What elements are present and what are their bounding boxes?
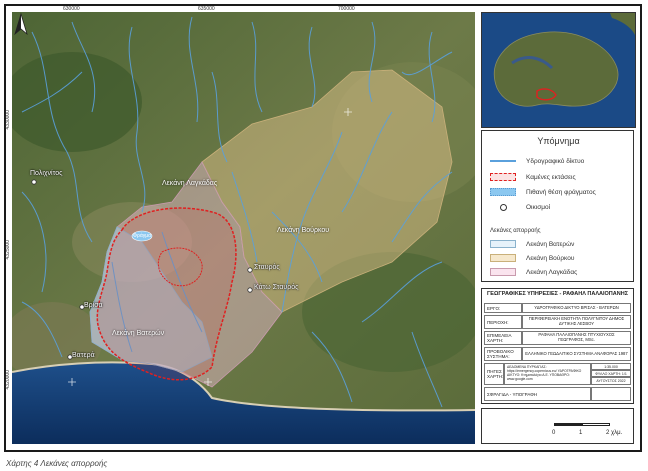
- settlement-point-icon: [490, 203, 516, 211]
- info-value: ΥΔΡΟΓΡΑΦΙΚΟ ΔΙΚΤΥΟ ΒΡΙΣΑΣ - ΒΑΤΕΡΩΝ: [522, 303, 631, 313]
- grid-label-left-2: 4325000: [5, 240, 11, 260]
- info-label: ΕΡΓΟ:: [484, 303, 522, 313]
- place-kato-stavros: Κάτω Σταυρός: [254, 284, 299, 291]
- info-value: ΠΕΡΙΦΕΡΕΙΑΚΗ ΕΝΟΤΗΤΑ ΠΟΛΥΓΝΙΤΟΥ ΔΗΜΟΣ ΔΥ…: [522, 315, 631, 329]
- map-page: 630000 635000 700000 4330000 4325000 432…: [0, 0, 648, 471]
- north-arrow-icon: [14, 12, 28, 36]
- legend-item-rivers: Υδρογραφικό δίκτυο: [490, 155, 584, 167]
- scale-label-2: 2 χλμ.: [606, 430, 623, 436]
- info-label: ΣΦΡΑΓΙΔΑ - ΥΠΟΓΡΑΦΗ: [484, 387, 591, 401]
- locator-map[interactable]: [481, 12, 636, 128]
- legend-item-basin-vourkos: Λεκάνη Βούρκου: [490, 252, 574, 264]
- legend-item-settlements: Οικισμοί: [490, 201, 550, 213]
- main-map[interactable]: Πολιχνίτος Βρίσα Βατερά Σταυρός Κάτω Στα…: [12, 12, 475, 444]
- legend-item-basin-lagkada: Λεκάνη Λαγκάδας: [490, 266, 577, 278]
- scale-bar: 0 1 2 χλμ.: [481, 408, 634, 444]
- place-stavros: Σταυρός: [254, 264, 280, 271]
- title-block-header: ΓΕΩΓΡΑΦΙΚΕΣ ΥΠΗΡΕΣΙΕΣ - ΡΑΦΑΗΛ ΠΑΛΑΙΟΠΑΝ…: [487, 291, 628, 297]
- info-sheet: ΦΥΛΛΟ ΧΑΡΤΗ: 1/1: [591, 370, 631, 377]
- grid-label-left-3: 4320000: [5, 370, 11, 390]
- legend-subtitle: Λεκάνες απορροής: [490, 228, 541, 234]
- legend-item-basin-vateron: Λεκάνη Βατερών: [490, 238, 574, 250]
- legend-label: Καμένες εκτάσεις: [526, 173, 576, 181]
- info-value: ΡΑΦΑΗΛ ΠΑΛΑΙΟΠΑΝΗΣ ΠΤΥΧΙΟΥΧΟΣ ΓΕΩΓΡΑΦΟΣ,…: [522, 331, 631, 345]
- legend-label: Λεκάνη Βούρκου: [526, 254, 575, 262]
- basin-vateron-icon: [490, 240, 516, 248]
- title-block: ΓΕΩΓΡΑΦΙΚΕΣ ΥΠΗΡΕΣΙΕΣ - ΡΑΦΑΗΛ ΠΑΛΑΙΟΠΑΝ…: [481, 288, 634, 404]
- legend-label: Λεκάνη Βατερών: [526, 240, 575, 248]
- info-label: ΠΗΓΕΣ ΧΑΡΤΗ:: [484, 363, 504, 385]
- label-basin-vateron: Λεκάνη Βατερών: [112, 330, 165, 337]
- info-label: ΠΡΟΒΟΛΙΚΟ ΣΥΣΤΗΜΑ:: [484, 347, 522, 361]
- place-vatera: Βατερά: [72, 352, 95, 359]
- legend-label: Οικισμοί: [526, 203, 551, 211]
- figure-caption: Χάρτης 4 Λεκάνες απορροής: [6, 459, 108, 468]
- place-polichnitos: Πολιχνίτος: [30, 170, 63, 177]
- scale-segment-1: [554, 423, 582, 426]
- scale-label-0: 0: [552, 430, 556, 436]
- info-row-project: ΕΡΓΟ: ΥΔΡΟΓΡΑΦΙΚΟ ΔΙΚΤΥΟ ΒΡΙΣΑΣ - ΒΑΤΕΡΩ…: [484, 303, 631, 313]
- info-row-sources: ΠΗΓΕΣ ΧΑΡΤΗ: ΔΕΔΟΜΕΝΑ ΠΥΡΚΑΓΙΑΣ: https:/…: [484, 363, 631, 385]
- scale-segment-2: [582, 423, 610, 426]
- label-dam: Φράγμα: [133, 233, 151, 239]
- legend-title: Υπόμνημα: [537, 136, 580, 146]
- legend: Υπόμνημα Υδρογραφικό δίκτυο Καμένες εκτά…: [481, 130, 634, 282]
- label-basin-vourkos: Λεκάνη Βούρκου: [277, 227, 330, 234]
- info-label: ΕΠΙΜΕΛΕΙΑ ΧΑΡΤΗ:: [484, 331, 522, 345]
- label-basin-lagkada: Λεκάνη Λαγκάδας: [162, 180, 218, 187]
- info-value: ΔΕΔΟΜΕΝΑ ΠΥΡΚΑΓΙΑΣ: https://emergency.co…: [504, 363, 591, 385]
- info-value: [591, 387, 631, 401]
- scale-label-1: 1: [579, 430, 583, 436]
- basin-lagkada-icon: [490, 268, 516, 276]
- legend-label: Υδρογραφικό δίκτυο: [526, 157, 585, 165]
- info-side-values: 1:35.000 ΦΥΛΛΟ ΧΑΡΤΗ: 1/1 ΑΥΓΟΥΣΤΟΣ 2022: [591, 363, 631, 385]
- locator-graphic: [482, 13, 635, 127]
- map-graphic: [12, 12, 475, 444]
- legend-item-burned: Καμένες εκτάσεις: [490, 171, 576, 183]
- info-value: ΕΛΛΗΝΙΚΟ ΓΕΩΔΑΙΤΙΚΟ ΣΥΣΤΗΜΑ ΑΝΑΦΟΡΑΣ 198…: [522, 347, 631, 361]
- legend-label: Λεκάνη Λαγκάδας: [526, 268, 578, 276]
- basin-vourkos-icon: [490, 254, 516, 262]
- grid-label-left-1: 4330000: [5, 110, 11, 130]
- info-row-stamp: ΣΦΡΑΓΙΔΑ - ΥΠΟΓΡΑΦΗ: [484, 387, 631, 401]
- dam-site-icon: [490, 188, 516, 196]
- info-row-area: ΠΕΡΙΟΧΗ: ΠΕΡΙΦΕΡΕΙΑΚΗ ΕΝΟΤΗΤΑ ΠΟΛΥΓΝΙΤΟΥ…: [484, 315, 631, 329]
- info-scale: 1:35.000: [591, 363, 631, 370]
- info-row-author: ΕΠΙΜΕΛΕΙΑ ΧΑΡΤΗ: ΡΑΦΑΗΛ ΠΑΛΑΙΟΠΑΝΗΣ ΠΤΥΧ…: [484, 331, 631, 345]
- legend-item-dam: Πιθανή θέση φράγματος: [490, 186, 596, 198]
- info-label: ΠΕΡΙΟΧΗ:: [484, 315, 522, 329]
- place-vrisa: Βρίσα: [84, 302, 103, 309]
- burned-area-icon: [490, 173, 516, 181]
- info-date: ΑΥΓΟΥΣΤΟΣ 2022: [591, 377, 631, 385]
- legend-label: Πιθανή θέση φράγματος: [526, 188, 596, 196]
- river-line-icon: [490, 157, 516, 165]
- info-row-projection: ΠΡΟΒΟΛΙΚΟ ΣΥΣΤΗΜΑ: ΕΛΛΗΝΙΚΟ ΓΕΩΔΑΙΤΙΚΟ Σ…: [484, 347, 631, 361]
